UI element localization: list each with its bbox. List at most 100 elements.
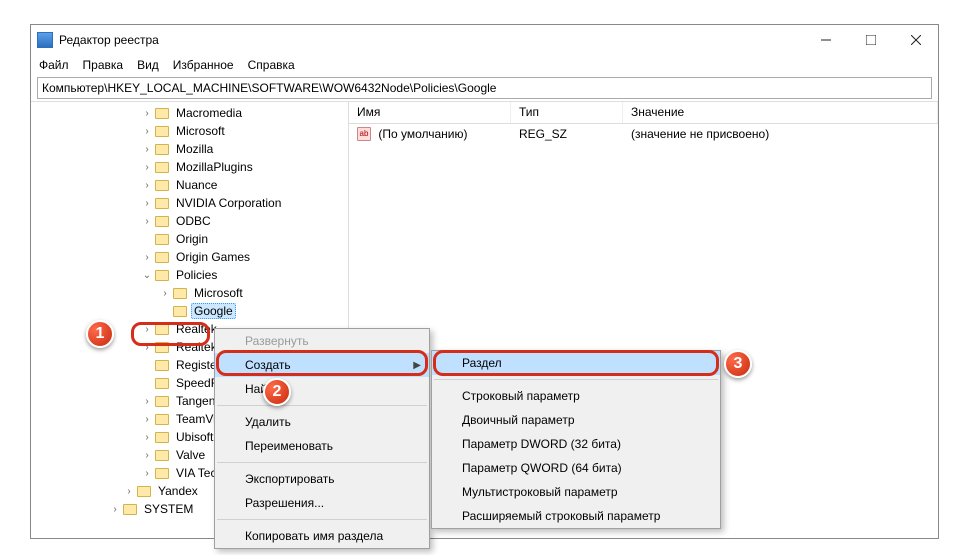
separator (434, 379, 718, 380)
chevron-right-icon[interactable]: › (141, 144, 153, 155)
list-row[interactable]: ab (По умолчанию) REG_SZ (значение не пр… (349, 124, 938, 144)
ctx-new-dword[interactable]: Параметр DWORD (32 бита) (432, 432, 720, 456)
chevron-right-icon[interactable]: › (141, 108, 153, 119)
tree-item-label: NVIDIA Corporation (173, 195, 284, 211)
ctx-new-qword[interactable]: Параметр QWORD (64 бита) (432, 456, 720, 480)
chevron-right-icon[interactable]: › (141, 450, 153, 461)
chevron-right-icon[interactable]: › (109, 504, 121, 515)
ctx-delete[interactable]: Удалить (215, 410, 429, 434)
ctx-new-string-label: Строковый параметр (462, 389, 580, 403)
folder-icon (155, 108, 169, 119)
callout-3-num: 3 (724, 350, 752, 378)
tree-item[interactable]: Google (31, 302, 348, 320)
callout-2-num: 2 (263, 378, 291, 406)
string-value-icon: ab (357, 127, 371, 141)
tree-item-label: Google (191, 303, 236, 319)
folder-icon (155, 414, 169, 425)
menu-view[interactable]: Вид (135, 56, 161, 74)
ctx-new-multi-label: Мультистроковый параметр (462, 485, 618, 499)
context-menu-main: Развернуть Создать▶ Найти... Удалить Пер… (214, 328, 430, 549)
ctx-export[interactable]: Экспортировать (215, 467, 429, 491)
folder-icon (155, 360, 169, 371)
folder-icon (155, 144, 169, 155)
close-button[interactable] (893, 25, 938, 55)
titlebar[interactable]: Редактор реестра (31, 25, 938, 55)
folder-icon (155, 126, 169, 137)
app-icon (37, 32, 53, 48)
chevron-right-icon[interactable]: › (141, 342, 153, 353)
ctx-expand-label: Развернуть (245, 334, 309, 348)
separator (217, 462, 427, 463)
ctx-copy-key-name[interactable]: Копировать имя раздела (215, 524, 429, 548)
maximize-icon (866, 35, 876, 45)
menu-file[interactable]: Файл (37, 56, 71, 74)
tree-item-label: ODBC (173, 213, 214, 229)
chevron-right-icon[interactable]: › (141, 468, 153, 479)
value-name: ab (По умолчанию) (349, 125, 511, 144)
tree-item[interactable]: › Macromedia (31, 104, 348, 122)
tree-item-label: MozillaPlugins (173, 159, 256, 175)
chevron-right-icon[interactable]: › (159, 288, 171, 299)
ctx-rename[interactable]: Переименовать (215, 434, 429, 458)
separator (217, 519, 427, 520)
ctx-new-qword-label: Параметр QWORD (64 бита) (462, 461, 622, 475)
ctx-new-key[interactable]: Раздел (432, 351, 720, 375)
ctx-expand[interactable]: Развернуть (215, 329, 429, 353)
tree-item[interactable]: ⌄Policies (31, 266, 348, 284)
address-bar[interactable]: Компьютер\HKEY_LOCAL_MACHINE\SOFTWARE\WO… (37, 77, 932, 99)
ctx-find[interactable]: Найти... (215, 377, 429, 401)
tree-item[interactable]: › ODBC (31, 212, 348, 230)
chevron-right-icon[interactable]: › (141, 324, 153, 335)
menubar: Файл Правка Вид Избранное Справка (31, 55, 938, 75)
chevron-right-icon[interactable]: › (141, 252, 153, 263)
tree-item-label: Nuance (173, 177, 220, 193)
ctx-create-label: Создать (245, 358, 291, 372)
ctx-create[interactable]: Создать▶ (215, 353, 429, 377)
close-icon (911, 35, 921, 45)
tree-item[interactable]: › Nuance (31, 176, 348, 194)
tree-item[interactable]: ›Origin Games (31, 248, 348, 266)
chevron-right-icon[interactable]: › (141, 414, 153, 425)
chevron-right-icon[interactable]: › (141, 396, 153, 407)
minimize-button[interactable] (803, 25, 848, 55)
tree-item-label: Macromedia (173, 105, 245, 121)
chevron-right-icon[interactable]: › (123, 486, 135, 497)
col-value-header[interactable]: Значение (623, 102, 938, 123)
tree-item[interactable]: ›Microsoft (31, 284, 348, 302)
ctx-permissions[interactable]: Разрешения... (215, 491, 429, 515)
ctx-new-string[interactable]: Строковый параметр (432, 384, 720, 408)
chevron-right-icon[interactable]: › (141, 432, 153, 443)
chevron-down-icon[interactable]: ⌄ (141, 270, 153, 281)
tree-item[interactable]: › Microsoft (31, 122, 348, 140)
chevron-right-icon[interactable]: › (141, 162, 153, 173)
chevron-right-icon[interactable]: › (141, 216, 153, 227)
folder-icon (155, 180, 169, 191)
ctx-new-multistring[interactable]: Мультистроковый параметр (432, 480, 720, 504)
tree-item[interactable]: Origin (31, 230, 348, 248)
folder-icon (155, 234, 169, 245)
tree-item[interactable]: › Mozilla (31, 140, 348, 158)
tree-item-label: SYSTEM (141, 501, 196, 517)
callout-1-num: 1 (86, 320, 114, 348)
ctx-new-binary[interactable]: Двоичный параметр (432, 408, 720, 432)
folder-icon (173, 306, 187, 317)
tree-item[interactable]: › NVIDIA Corporation (31, 194, 348, 212)
menu-favorites[interactable]: Избранное (171, 56, 236, 74)
tree-item-label: Mozilla (173, 141, 216, 157)
ctx-new-expandstring[interactable]: Расширяемый строковый параметр (432, 504, 720, 528)
chevron-right-icon[interactable]: › (141, 126, 153, 137)
tree-item-label: Realtek (173, 321, 220, 337)
menu-help[interactable]: Справка (246, 56, 297, 74)
folder-icon (155, 198, 169, 209)
col-name-header[interactable]: Имя (349, 102, 511, 123)
minimize-icon (821, 35, 831, 45)
chevron-right-icon[interactable]: › (141, 180, 153, 191)
value-data: (значение не присвоено) (623, 125, 938, 143)
folder-icon (155, 396, 169, 407)
menu-edit[interactable]: Правка (81, 56, 126, 74)
col-type-header[interactable]: Тип (511, 102, 623, 123)
tree-item[interactable]: › MozillaPlugins (31, 158, 348, 176)
tree-item-label: Microsoft (173, 123, 228, 139)
maximize-button[interactable] (848, 25, 893, 55)
chevron-right-icon[interactable]: › (141, 198, 153, 209)
